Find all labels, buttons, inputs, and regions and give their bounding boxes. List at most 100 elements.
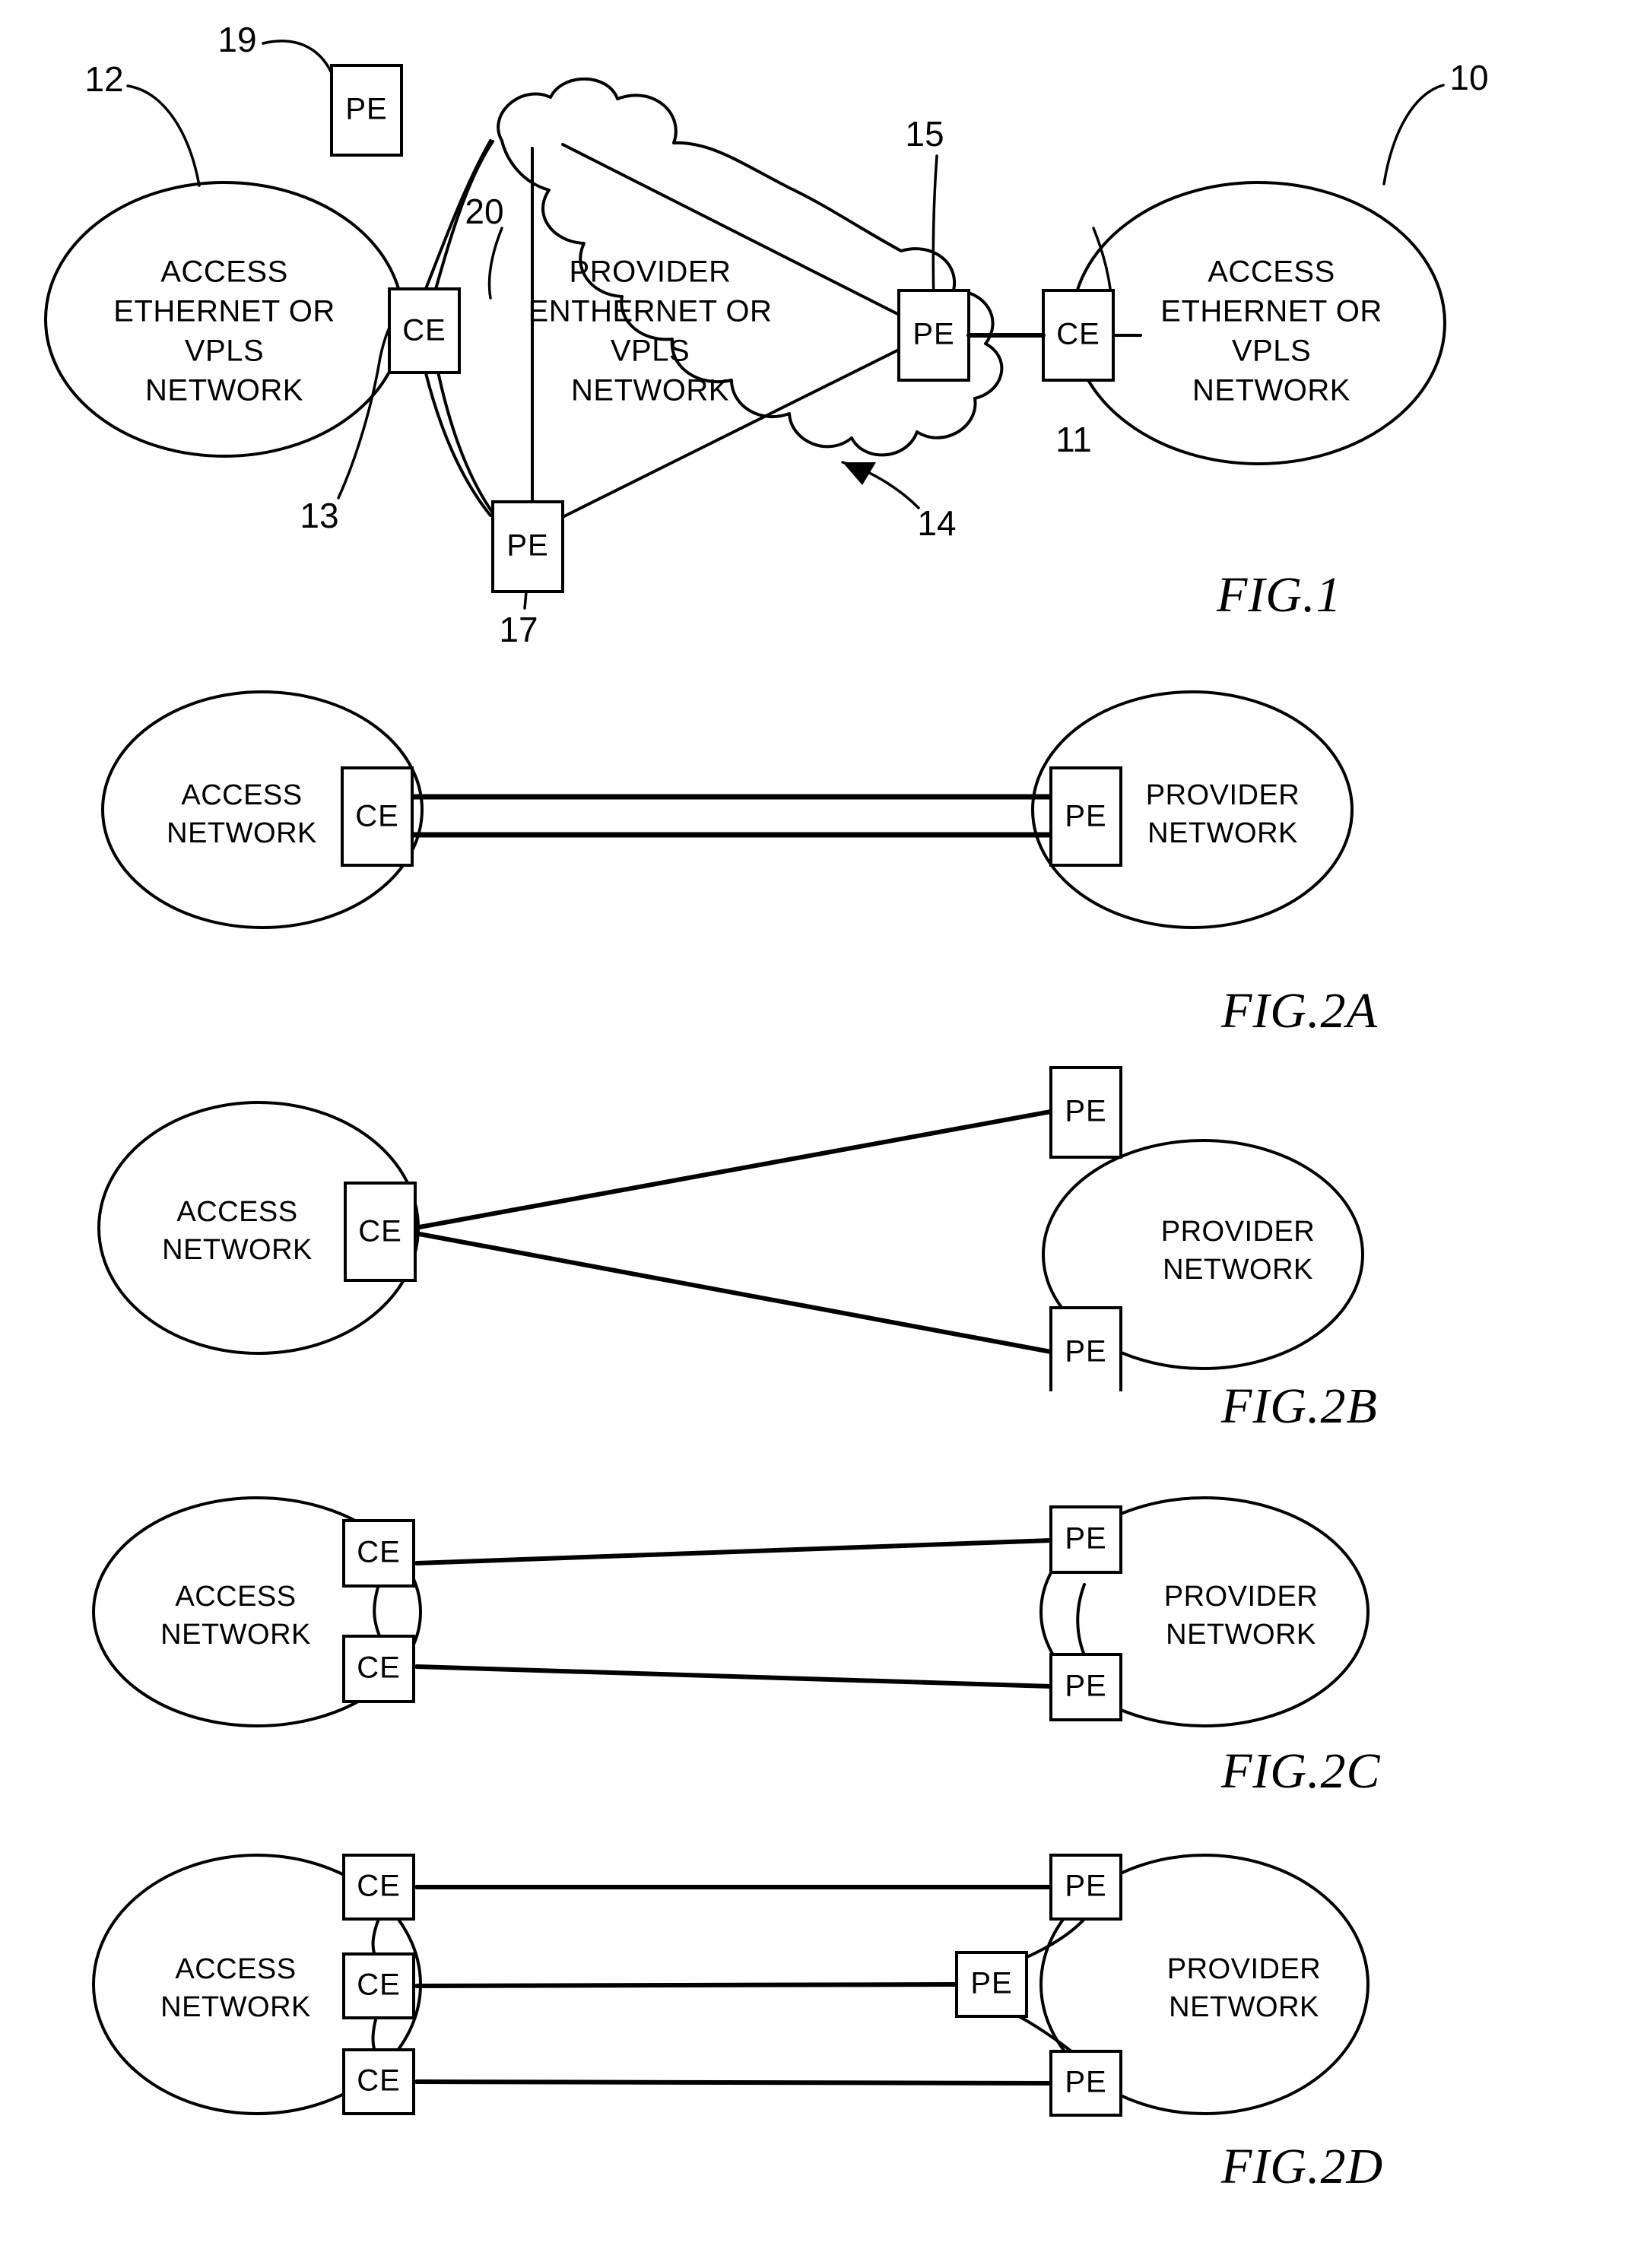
- fig2a-access-network-text: ACCESS NETWORK: [167, 779, 317, 849]
- figure-2c-caption: FIG.2C: [1221, 1743, 1381, 1799]
- fig1-ref-10: 10: [1449, 58, 1488, 97]
- fig1-access-network-right-text: ACCESS ETHERNET OR VPLS NETWORK: [1160, 255, 1382, 408]
- fig1-ref-15: 15: [905, 114, 944, 154]
- fig1-leader-10: [1382, 84, 1445, 186]
- fig2c-provider-line-1: PROVIDER: [1164, 1581, 1318, 1613]
- fig2d-provider-network-text: PROVIDER NETWORK: [1167, 1953, 1321, 2023]
- fig1-provider-line-3: VPLS: [611, 335, 690, 368]
- fig1-node-ce-left: CE: [388, 287, 461, 374]
- fig2d-ce-bottom-label: CE: [357, 2064, 401, 2098]
- fig2c-link-top: [414, 1538, 1053, 1565]
- fig1-ref-13: 13: [300, 496, 338, 535]
- figure-2d-caption: FIG.2D: [1221, 2139, 1384, 2194]
- fig2d-pe-middle-label: PE: [970, 1967, 1012, 2000]
- fig1-leader-19: [262, 40, 333, 75]
- fig1-pe-top-label: PE: [345, 93, 387, 126]
- fig2a-node-ce: CE: [341, 766, 414, 867]
- fig2d-link-middle: [414, 1982, 959, 1988]
- fig1-node-pe-right: PE: [897, 289, 970, 382]
- fig2c-pe-top-label: PE: [1065, 1522, 1106, 1556]
- fig2d-node-pe-bottom: PE: [1049, 2050, 1122, 2117]
- fig1-leader-20: [487, 227, 503, 300]
- figure-2b-caption: FIG.2B: [1221, 1378, 1378, 1434]
- fig1-ref-14: 14: [917, 503, 956, 543]
- fig2c-node-pe-top: PE: [1049, 1505, 1122, 1574]
- fig2a-pe-label: PE: [1065, 800, 1106, 833]
- fig2d-node-ce-middle: CE: [342, 1952, 415, 2019]
- fig2d-node-pe-middle: PE: [955, 1951, 1028, 2018]
- fig2c-provider-network-text: PROVIDER NETWORK: [1164, 1581, 1318, 1651]
- fig2a-node-pe: PE: [1049, 766, 1122, 867]
- fig2d-access-line-1: ACCESS: [175, 1953, 296, 1985]
- fig1-link-ce-left-to-pe-bottom-b: [433, 356, 497, 519]
- figure-1: PE CE PE PE CE ACCESS ETHERNET OR VPLS N…: [44, 20, 1489, 649]
- fig1-provider-line-4: NETWORK: [571, 374, 729, 408]
- fig2b-access-network-text: ACCESS NETWORK: [162, 1196, 313, 1266]
- fig2c-access-line-1: ACCESS: [175, 1581, 296, 1613]
- fig2d-pe-bottom-label: PE: [1065, 2066, 1106, 2099]
- fig2d-provider-line-2: NETWORK: [1169, 1991, 1319, 2023]
- fig2d-node-ce-bottom: CE: [342, 2048, 415, 2115]
- fig1-ref-20: 20: [465, 192, 503, 231]
- fig1-pe-right-label: PE: [912, 318, 954, 351]
- fig2c-access-network-text: ACCESS NETWORK: [160, 1581, 310, 1651]
- fig2b-node-pe-bottom: PE: [1049, 1306, 1122, 1391]
- fig1-node-ce-right: CE: [1042, 289, 1115, 382]
- fig2c-pe-bottom-label: PE: [1065, 1670, 1106, 1703]
- fig2b-pe-top-label: PE: [1065, 1095, 1106, 1128]
- fig2a-access-line-1: ACCESS: [181, 779, 302, 811]
- fig1-access-right-line-2: ETHERNET OR: [1160, 295, 1382, 328]
- fig1-access-left-line-2: ETHERNET OR: [113, 295, 335, 328]
- fig2c-link-ce-top-to-ce-bottom: [373, 1583, 382, 1639]
- fig1-ref-11: 11: [1055, 420, 1092, 459]
- fig1-ref-19: 19: [217, 20, 256, 59]
- fig2b-link-to-pe-top: [413, 1109, 1053, 1230]
- fig2d-ce-top-label: CE: [357, 1870, 401, 1903]
- fig1-access-network-left-text: ACCESS ETHERNET OR VPLS NETWORK: [113, 255, 335, 408]
- fig1-leader-12: [126, 84, 201, 187]
- fig1-access-left-line-4: NETWORK: [145, 374, 303, 408]
- fig2a-provider-line-1: PROVIDER: [1146, 779, 1300, 811]
- fig1-provider-network-text: PROVIDER ENTHERNET OR VPLS NETWORK: [528, 255, 773, 408]
- fig2d-access-network-text: ACCESS NETWORK: [160, 1953, 311, 2023]
- figure-2d: CE CE CE PE PE PE ACCESS NETWORK PROVIDE…: [92, 1854, 1370, 2117]
- fig1-access-left-line-3: VPLS: [185, 335, 264, 368]
- fig2d-ce-middle-label: CE: [357, 1968, 401, 2002]
- fig1-node-pe-bottom: PE: [491, 500, 564, 593]
- fig2c-link-pe-top-to-pe-bottom: [1076, 1583, 1087, 1661]
- fig2c-node-ce-bottom: CE: [342, 1635, 415, 1703]
- fig2b-provider-network-text: PROVIDER NETWORK: [1161, 1216, 1315, 1286]
- fig1-access-right-line-3: VPLS: [1232, 335, 1311, 368]
- fig2d-node-pe-top: PE: [1049, 1854, 1122, 1921]
- fig2d-node-ce-top: CE: [342, 1854, 415, 1921]
- patent-drawing-sheet: PE CE PE PE CE ACCESS ETHERNET OR VPLS N…: [0, 0, 1625, 2268]
- fig2a-provider-line-2: NETWORK: [1147, 817, 1298, 849]
- fig2c-link-bottom: [414, 1664, 1053, 1689]
- fig2a-ce-label: CE: [355, 800, 399, 833]
- fig2d-access-line-2: NETWORK: [160, 1991, 311, 2023]
- fig2b-access-line-2: NETWORK: [162, 1234, 313, 1266]
- fig2b-provider-line-1: PROVIDER: [1161, 1216, 1315, 1248]
- figure-2b: CE PE PE ACCESS NETWORK PROVIDER NETWORK: [97, 1066, 1364, 1391]
- fig2b-node-pe-top: PE: [1049, 1066, 1122, 1159]
- fig1-access-right-line-4: NETWORK: [1192, 374, 1350, 408]
- fig2a-provider-network-text: PROVIDER NETWORK: [1146, 779, 1300, 849]
- fig2c-ce-top-label: CE: [357, 1536, 401, 1569]
- fig1-access-right-line-1: ACCESS: [1208, 255, 1335, 289]
- fig2a-access-line-2: NETWORK: [167, 817, 317, 849]
- fig2d-provider-line-1: PROVIDER: [1167, 1953, 1321, 1985]
- fig1-provider-line-2: ENTHERNET OR: [528, 295, 773, 328]
- fig2b-pe-bottom-label: PE: [1065, 1335, 1106, 1369]
- fig1-ref-12: 12: [84, 59, 123, 99]
- fig2c-provider-line-2: NETWORK: [1166, 1619, 1316, 1651]
- fig2d-pe-top-label: PE: [1065, 1870, 1106, 1903]
- fig2b-provider-line-2: NETWORK: [1163, 1254, 1313, 1286]
- fig2b-node-ce: CE: [344, 1182, 417, 1282]
- fig1-ref-17: 17: [499, 610, 538, 649]
- figure-2a-caption: FIG.2A: [1221, 983, 1378, 1039]
- fig1-ce-right-label: CE: [1056, 318, 1100, 351]
- fig1-leader-15: [932, 154, 938, 306]
- fig2b-link-to-pe-bottom: [413, 1231, 1053, 1354]
- fig2b-access-line-1: ACCESS: [176, 1196, 297, 1228]
- fig1-node-pe-top: PE: [330, 64, 403, 157]
